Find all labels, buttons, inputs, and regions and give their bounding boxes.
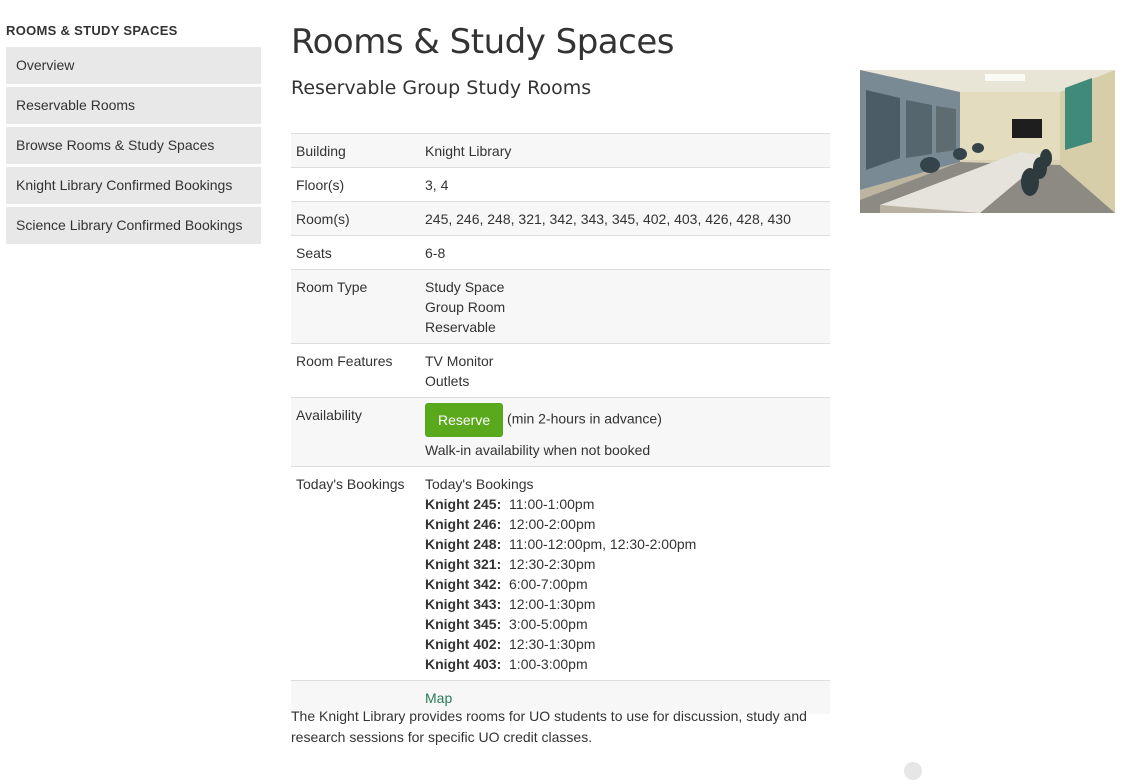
sidebar-nav: ROOMS & STUDY SPACES Overview Reservable… bbox=[6, 22, 261, 247]
availability-label: Availability bbox=[296, 407, 362, 423]
table-row-building: Building Knight Library bbox=[291, 133, 830, 168]
room-type-value: Study Space bbox=[425, 279, 505, 295]
intro-paragraph: The Knight Library provides rooms for UO… bbox=[291, 708, 807, 745]
booking-times: 3:00-5:00pm bbox=[509, 616, 588, 632]
table-row-seats: Seats 6-8 bbox=[291, 235, 830, 270]
sidebar-heading: ROOMS & STUDY SPACES bbox=[6, 23, 178, 38]
booking-room: Knight 403: bbox=[425, 656, 502, 672]
booking-room: Knight 402: bbox=[425, 636, 502, 652]
table-row-availability: Availability Reserve (min 2-hours in adv… bbox=[291, 397, 830, 467]
booking-item: Knight 248: 11:00-12:00pm, 12:30-2:00pm bbox=[425, 534, 825, 554]
booking-room: Knight 248: bbox=[425, 536, 502, 552]
building-value: Knight Library bbox=[425, 143, 512, 159]
reserve-button[interactable]: Reserve bbox=[425, 403, 504, 437]
booking-times: 11:00-12:00pm, 12:30-2:00pm bbox=[509, 536, 697, 552]
booking-room: Knight 343: bbox=[425, 596, 502, 612]
room-info-table: Building Knight Library Floor(s) 3, 4 Ro… bbox=[291, 133, 830, 714]
table-row-room-features: Room Features TV Monitor Outlets bbox=[291, 343, 830, 398]
room-features-values: TV Monitor Outlets bbox=[420, 344, 830, 398]
room-type-values: Study Space Group Room Reservable bbox=[420, 270, 830, 344]
booking-times: 12:30-1:30pm bbox=[509, 636, 596, 652]
room-type-value: Group Room bbox=[425, 299, 506, 315]
booking-times: 12:30-2:30pm bbox=[509, 556, 596, 572]
bookings-heading: Today's Bookings bbox=[425, 476, 534, 492]
rooms-value: 245, 246, 248, 321, 342, 343, 345, 402, … bbox=[425, 211, 791, 227]
bookings-value: Today's Bookings Knight 245: 11:00-1:00p… bbox=[420, 467, 830, 681]
booking-times: 12:00-2:00pm bbox=[509, 516, 596, 532]
room-feature-value: Outlets bbox=[425, 373, 470, 389]
booking-item: Knight 321: 12:30-2:30pm bbox=[425, 554, 825, 574]
table-row-rooms: Room(s) 245, 246, 248, 321, 342, 343, 34… bbox=[291, 201, 830, 236]
sidebar-item-overview[interactable]: Overview bbox=[6, 47, 261, 84]
floors-value: 3, 4 bbox=[425, 177, 449, 193]
table-row-bookings: Today's Bookings Today's Bookings Knight… bbox=[291, 466, 830, 681]
room-type-value: Reservable bbox=[425, 319, 496, 335]
booking-item: Knight 246: 12:00-2:00pm bbox=[425, 514, 825, 534]
seats-label: Seats bbox=[296, 245, 332, 261]
floors-label: Floor(s) bbox=[296, 177, 345, 193]
booking-item: Knight 245: 11:00-1:00pm bbox=[425, 494, 825, 514]
booking-times: 12:00-1:30pm bbox=[509, 596, 596, 612]
page-title: Rooms & Study Spaces bbox=[291, 22, 674, 62]
page-subtitle: Reservable Group Study Rooms bbox=[291, 77, 592, 99]
sidebar-item-browse-rooms[interactable]: Browse Rooms & Study Spaces bbox=[6, 127, 261, 164]
booking-room: Knight 342: bbox=[425, 576, 502, 592]
study-room-photo bbox=[860, 70, 1115, 213]
seats-value: 6-8 bbox=[425, 245, 446, 261]
booking-room: Knight 246: bbox=[425, 516, 502, 532]
booking-times: 1:00-3:00pm bbox=[509, 656, 588, 672]
table-row-room-type: Room Type Study Space Group Room Reserva… bbox=[291, 269, 830, 344]
room-type-label: Room Type bbox=[296, 279, 368, 295]
sidebar-item-knight-bookings[interactable]: Knight Library Confirmed Bookings bbox=[6, 167, 261, 204]
sidebar-item-reservable-rooms[interactable]: Reservable Rooms bbox=[6, 87, 261, 124]
map-link[interactable]: Map bbox=[425, 690, 452, 706]
availability-value: Reserve (min 2-hours in advance) Walk-in… bbox=[420, 398, 830, 467]
room-feature-value: TV Monitor bbox=[425, 353, 494, 369]
reserve-note: (min 2-hours in advance) bbox=[507, 410, 662, 427]
walkin-note: Walk-in availability when not booked bbox=[425, 442, 651, 458]
booking-item: Knight 402: 12:30-1:30pm bbox=[425, 634, 825, 654]
scroll-indicator bbox=[904, 762, 922, 780]
booking-item: Knight 343: 12:00-1:30pm bbox=[425, 594, 825, 614]
booking-room: Knight 321: bbox=[425, 556, 502, 572]
bookings-label: Today's Bookings bbox=[296, 476, 405, 492]
table-row-floors: Floor(s) 3, 4 bbox=[291, 167, 830, 202]
room-features-label: Room Features bbox=[296, 353, 393, 369]
building-label: Building bbox=[296, 143, 346, 159]
booking-item: Knight 403: 1:00-3:00pm bbox=[425, 654, 825, 674]
booking-item: Knight 342: 6:00-7:00pm bbox=[425, 574, 825, 594]
booking-room: Knight 345: bbox=[425, 616, 502, 632]
rooms-label: Room(s) bbox=[296, 211, 350, 227]
booking-room: Knight 245: bbox=[425, 496, 502, 512]
booking-item: Knight 345: 3:00-5:00pm bbox=[425, 614, 825, 634]
sidebar-item-science-bookings[interactable]: Science Library Confirmed Bookings bbox=[6, 207, 261, 244]
booking-times: 6:00-7:00pm bbox=[509, 576, 588, 592]
booking-times: 11:00-1:00pm bbox=[509, 496, 595, 512]
